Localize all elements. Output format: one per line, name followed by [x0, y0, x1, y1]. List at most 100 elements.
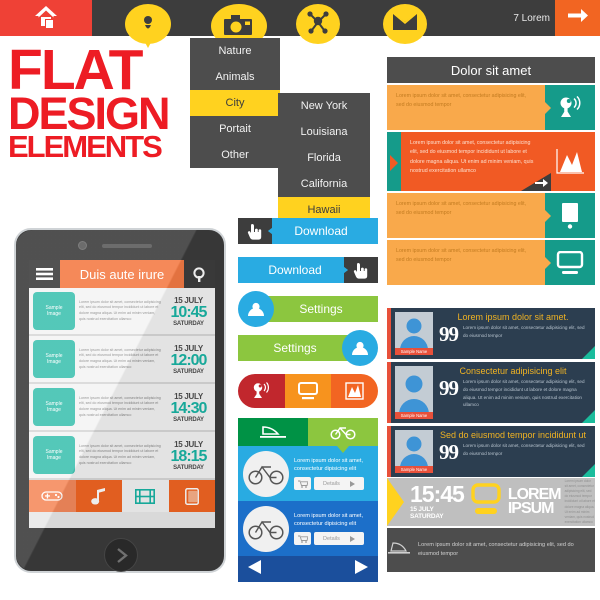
tablet-icon: [562, 202, 578, 229]
testimonial-text: Lorem ipsum dolor sit amet, consectetur …: [463, 379, 585, 408]
clock-time-group: 15:45 15 JULY SATURDAY: [404, 483, 465, 520]
top-navigation-bar: 7 Lorem: [0, 0, 600, 54]
chevron-left-icon: [544, 208, 551, 223]
monitor-button[interactable]: [284, 374, 332, 408]
hamburger-menu-button[interactable]: [29, 260, 60, 288]
add-to-cart-button[interactable]: [294, 477, 311, 491]
menu-item-city[interactable]: City: [190, 90, 286, 116]
dropdown-menu-primary[interactable]: Nature Animals City Portait Other: [190, 38, 286, 168]
testimonials-list: Sample Name Lorem ipsum dolor sit amet. …: [387, 308, 595, 480]
user-avatar-icon: [400, 318, 428, 350]
chevron-left-icon: [544, 255, 551, 270]
quote-glyph: 99: [439, 322, 459, 346]
add-to-cart-button[interactable]: [294, 532, 311, 546]
envelope-icon: [392, 12, 418, 35]
chart-icon: [345, 382, 364, 400]
menu-item-new-york[interactable]: New York: [278, 93, 370, 119]
list-item[interactable]: Sample Image Lorem ipsum dolor sit amet, …: [29, 288, 215, 336]
testimonial-card[interactable]: Sample Name Consectetur adipisicing elit…: [387, 362, 595, 423]
next-arrow-button[interactable]: [555, 0, 600, 36]
list-item-date: 15 JULY 14:30 SATURDAY: [166, 392, 211, 423]
product-image: [243, 505, 289, 552]
info-row-icon-cell: [544, 240, 595, 285]
video-tile[interactable]: [122, 480, 169, 512]
triangle-left-icon: [248, 559, 261, 574]
tab-bicycle[interactable]: [308, 418, 378, 453]
carousel-next-button[interactable]: [355, 559, 368, 579]
menu-item-portait[interactable]: Portait: [190, 116, 280, 142]
satellite-button[interactable]: [238, 374, 285, 408]
time-label: 18:15: [170, 447, 208, 465]
menu-item-city-label: City: [225, 97, 245, 109]
avatar-name: Sample Name: [395, 412, 433, 419]
info-row[interactable]: Lorem ipsum dolor sit amet, consectetur …: [387, 193, 595, 238]
day-label: SATURDAY: [173, 416, 204, 423]
info-row-icon-cell: [544, 193, 595, 238]
testimonial-body: Lorem ipsum dolor sit amet. 99 Lorem ips…: [437, 308, 595, 359]
list-item-text: Lorem ipsum dolor sit amet, consectetur …: [79, 443, 161, 465]
details-label: Details: [323, 480, 340, 487]
thumbnail-placeholder: Sample Image: [33, 388, 75, 426]
menu-item-nature[interactable]: Nature: [190, 38, 280, 64]
menu-item-california[interactable]: California: [278, 171, 370, 197]
list-item-text: Lorem ipsum dolor sit amet, consectetur …: [79, 395, 161, 417]
title-line-design: DESIGN: [8, 88, 171, 140]
dropdown-menu-secondary[interactable]: New York Louisiana Florida California Ha…: [278, 93, 370, 223]
list-item[interactable]: Sample Image Lorem ipsum dolor sit amet, …: [29, 384, 215, 432]
music-tile[interactable]: [75, 480, 122, 512]
info-row-text: Lorem ipsum dolor sit amet, consectetur …: [387, 193, 545, 238]
phone-search-button[interactable]: [184, 260, 215, 288]
details-button[interactable]: Details: [314, 532, 364, 546]
list-item-date: 15 JULY 12:00 SATURDAY: [166, 344, 211, 375]
settings-button-right[interactable]: Settings: [238, 330, 378, 366]
laptop-info-text: Lorem ipsum dolor sit amet, consectetur …: [418, 541, 574, 558]
avatar: Sample Name: [395, 312, 433, 355]
settings-button-left[interactable]: Settings: [238, 291, 378, 327]
list-item[interactable]: Sample Image Lorem ipsum dolor sit amet, …: [29, 336, 215, 384]
quote-glyph: 99: [439, 376, 459, 400]
product-card[interactable]: Lorem ipsum dolor sit amet, consectetur …: [238, 501, 378, 556]
menu-item-other[interactable]: Other: [190, 142, 280, 168]
chevron-right-icon: [116, 547, 128, 563]
smartphone-mockup: Duis aute irure Sample Image Lorem ipsum …: [14, 228, 226, 573]
menu-item-animals[interactable]: Animals: [190, 64, 280, 90]
menu-item-florida[interactable]: Florida: [278, 145, 370, 171]
play-icon: [349, 535, 355, 542]
user-circle-icon: [342, 330, 378, 366]
info-row[interactable]: Lorem ipsum dolor sit amet, consectetur …: [387, 240, 595, 285]
download-button-right[interactable]: Download: [238, 257, 378, 283]
testimonial-card[interactable]: Sample Name Lorem ipsum dolor sit amet. …: [387, 308, 595, 359]
share-button[interactable]: [296, 4, 340, 44]
bicycle-icon: [330, 426, 356, 440]
triangle-right-icon: [355, 559, 368, 574]
list-item[interactable]: Sample Image Lorem ipsum dolor sit amet, …: [29, 432, 215, 480]
product-card[interactable]: Lorem ipsum dolor sit amet, consectetur …: [238, 446, 378, 501]
testimonial-title: Lorem ipsum dolor sit amet.: [457, 312, 569, 322]
info-row-text: Lorem ipsum dolor sit amet, consectetur …: [387, 85, 545, 130]
quote-glyph: 99: [439, 440, 459, 464]
mail-button[interactable]: [383, 4, 427, 44]
testimonial-card[interactable]: Sample Name Sed do eiusmod tempor incidi…: [387, 426, 595, 477]
phone-app-bar: Duis aute irure: [29, 260, 215, 288]
monitor-icon: [556, 250, 584, 274]
chart-button[interactable]: [331, 374, 378, 408]
gamepad-tile[interactable]: [29, 480, 76, 512]
laptop-info-bar[interactable]: Lorem ipsum dolor sit amet, consectetur …: [387, 528, 595, 572]
info-row[interactable]: Lorem ipsum dolor sit amet, consectetur …: [387, 85, 595, 130]
download-button-left[interactable]: Download: [238, 218, 378, 244]
hamburger-menu-icon: [36, 268, 53, 280]
home-button[interactable]: [0, 0, 92, 36]
testimonial-title: Sed do eiusmod tempor incididunt ut: [439, 430, 587, 440]
menu-item-louisiana[interactable]: Louisiana: [278, 119, 370, 145]
active-tab-caret-icon: [337, 446, 349, 453]
carousel-prev-button[interactable]: [248, 559, 261, 579]
details-button[interactable]: Details: [314, 477, 364, 491]
nav-counter-label: 7 Lorem: [513, 12, 550, 24]
info-row-highlighted[interactable]: Lorem ipsum dolor sit amet, consectetur …: [387, 132, 595, 191]
mountain-chart-icon: [556, 148, 584, 174]
phone-home-button[interactable]: [104, 538, 138, 572]
book-tile[interactable]: [168, 480, 215, 512]
carousel-tabs: [238, 418, 378, 453]
tab-boat[interactable]: [238, 418, 308, 446]
list-item-date: 15 JULY 10:45 SATURDAY: [166, 296, 211, 327]
